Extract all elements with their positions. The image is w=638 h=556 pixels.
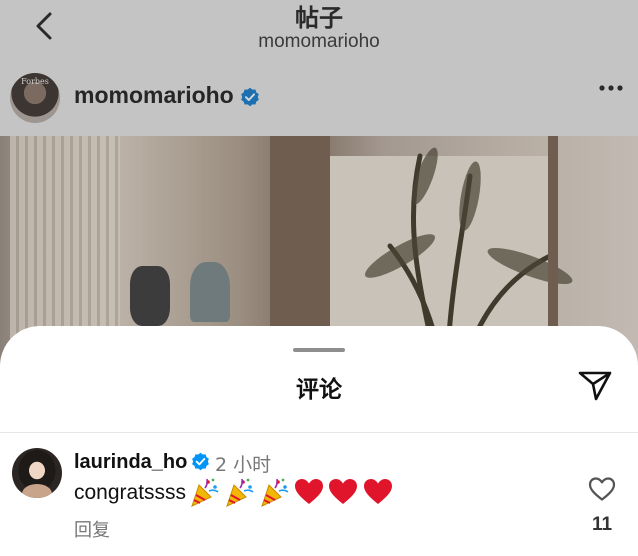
commenter-username[interactable]: laurinda_ho [74, 451, 187, 474]
page-title: 帖子 [295, 4, 343, 32]
paper-plane-icon[interactable] [575, 364, 615, 404]
verified-badge-icon [192, 452, 209, 471]
red-heart-icon [364, 479, 392, 504]
author-avatar[interactable]: Forbes [10, 73, 60, 123]
author-name[interactable]: momomarioho [74, 82, 234, 109]
sheet-drag-handle[interactable] [293, 348, 345, 352]
party-popper-icon [261, 478, 289, 507]
party-popper-icon [226, 478, 254, 507]
reply-button[interactable]: 回复 [74, 516, 110, 542]
more-options-icon[interactable] [598, 84, 624, 92]
avatar-magazine-text: Forbes [21, 77, 49, 86]
comments-title: 评论 [296, 377, 342, 403]
party-popper-icon [191, 478, 219, 507]
commenter-avatar[interactable] [12, 448, 62, 498]
red-heart-icon [295, 479, 323, 504]
red-heart-icon [329, 479, 357, 504]
comments-sheet: 评论 laurinda_ho 2 小时 congratssss 回复 11 [0, 326, 638, 556]
top-bar: 帖子 momomarioho [0, 0, 638, 66]
post-author-row: Forbes momomarioho [0, 66, 638, 136]
sheet-divider [0, 432, 638, 433]
comment-timestamp: 2 小时 [215, 454, 272, 476]
comment-text: congratssss [74, 481, 187, 504]
heart-outline-icon[interactable] [588, 476, 616, 502]
like-count: 11 [591, 514, 613, 535]
page-subtitle: momomarioho [258, 31, 380, 52]
verified-badge-icon [241, 87, 259, 107]
